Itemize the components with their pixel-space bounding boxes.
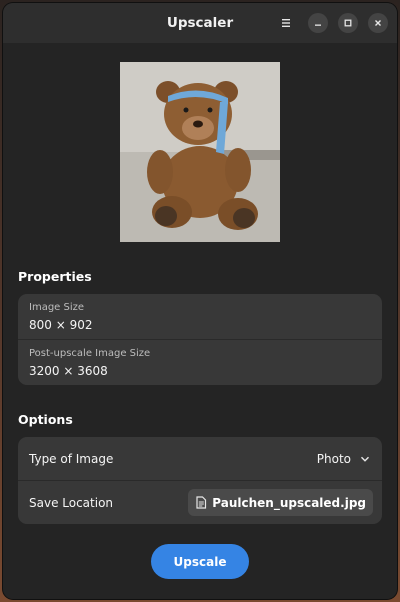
properties-heading: Properties (18, 269, 92, 284)
save-location-row: Save Location Paulchen_upscaled.jpg (18, 481, 382, 524)
options-card: Type of Image Photo Save Location Paulch… (18, 437, 382, 524)
image-preview (120, 62, 280, 242)
hamburger-menu-icon (282, 19, 290, 27)
minimize-button[interactable] (308, 13, 328, 33)
type-of-image-row[interactable]: Type of Image Photo (18, 437, 382, 481)
main-menu-button[interactable] (276, 13, 296, 33)
upscale-button[interactable]: Upscale (151, 544, 249, 579)
teddy-bear-photo (120, 62, 280, 242)
save-location-label: Save Location (29, 496, 114, 510)
header-bar: Upscaler (3, 3, 397, 43)
image-size-label: Image Size (29, 302, 85, 313)
image-size-value: 800 × 902 (29, 318, 93, 332)
save-location-button[interactable]: Paulchen_upscaled.jpg (188, 489, 373, 516)
close-icon (375, 20, 381, 26)
maximize-icon (344, 19, 352, 27)
post-upscale-size-label: Post-upscale Image Size (29, 348, 151, 359)
type-of-image-label: Type of Image (29, 452, 114, 466)
type-of-image-value: Photo (316, 452, 351, 466)
post-upscale-size-row: Post-upscale Image Size 3200 × 3608 (18, 340, 382, 385)
chevron-down-icon (360, 456, 370, 462)
document-icon (196, 496, 207, 509)
options-heading: Options (18, 412, 73, 427)
maximize-button[interactable] (338, 13, 358, 33)
upscaler-window: Upscaler Properties Image Size 800 × 902… (3, 3, 397, 599)
close-button[interactable] (368, 13, 388, 33)
type-of-image-dropdown[interactable]: Photo (317, 437, 370, 481)
minimize-icon (315, 24, 321, 26)
save-location-filename: Paulchen_upscaled.jpg (212, 495, 366, 510)
image-size-row: Image Size 800 × 902 (18, 294, 382, 340)
post-upscale-size-value: 3200 × 3608 (29, 364, 108, 378)
properties-card: Image Size 800 × 902 Post-upscale Image … (18, 294, 382, 385)
